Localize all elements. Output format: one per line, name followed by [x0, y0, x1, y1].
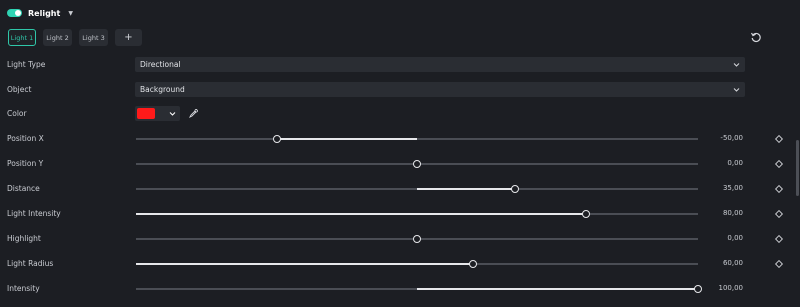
- add-light-button[interactable]: +: [115, 29, 142, 46]
- highlight-slider[interactable]: [136, 235, 698, 243]
- slider-thumb[interactable]: [694, 285, 702, 293]
- slider-fill: [136, 263, 474, 265]
- slider-thumb[interactable]: [511, 185, 520, 193]
- tab-light-2[interactable]: Light 2: [43, 29, 72, 46]
- position-x-value[interactable]: -50,00: [720, 134, 743, 142]
- color-row: Color: [0, 106, 800, 122]
- light-type-label: Light Type: [7, 60, 46, 69]
- keyframe-diamond-icon[interactable]: [775, 135, 783, 143]
- light-intensity-row: Light Intensity 80,00: [0, 206, 800, 222]
- section-title: Relight: [28, 8, 61, 18]
- chevron-down-icon: [733, 88, 740, 92]
- keyframe-diamond-icon[interactable]: [775, 260, 783, 268]
- intensity-row: Intensity 100,00: [0, 281, 800, 297]
- collapse-caret-icon[interactable]: ▼: [68, 10, 73, 17]
- slider-thumb[interactable]: [469, 260, 478, 268]
- highlight-value[interactable]: 0,00: [727, 234, 743, 242]
- relight-toggle[interactable]: [7, 9, 22, 17]
- keyframe-diamond-icon[interactable]: [775, 235, 783, 243]
- slider-thumb[interactable]: [272, 135, 281, 143]
- position-y-row: Position Y 0,00: [0, 156, 800, 172]
- light-radius-value[interactable]: 60,00: [723, 259, 743, 267]
- light-radius-row: Light Radius 60,00: [0, 256, 800, 272]
- object-value: Background: [140, 85, 185, 94]
- slider-fill: [417, 188, 516, 190]
- reset-icon[interactable]: [750, 31, 762, 43]
- intensity-value[interactable]: 100,00: [719, 284, 744, 292]
- slider-thumb[interactable]: [581, 210, 590, 218]
- scrollbar[interactable]: [796, 140, 799, 196]
- slider-fill: [136, 213, 586, 215]
- object-row: Object Background: [0, 82, 800, 98]
- light-radius-label: Light Radius: [7, 259, 54, 268]
- intensity-slider[interactable]: [136, 285, 702, 293]
- relight-header: Relight ▼: [7, 6, 73, 20]
- color-picker[interactable]: [135, 106, 180, 121]
- light-tabs: Light 1 Light 2 Light 3 +: [8, 29, 149, 46]
- position-y-slider[interactable]: [136, 160, 698, 168]
- eyedropper-icon[interactable]: [189, 109, 198, 118]
- light-type-value: Directional: [140, 60, 181, 69]
- light-type-row: Light Type Directional: [0, 57, 800, 73]
- highlight-row: Highlight 0,00: [0, 231, 800, 247]
- distance-row: Distance 35,00: [0, 181, 800, 197]
- chevron-down-icon: [169, 112, 176, 116]
- keyframe-diamond-icon[interactable]: [775, 185, 783, 193]
- toggle-knob: [15, 10, 21, 16]
- light-intensity-slider[interactable]: [136, 210, 698, 218]
- keyframe-diamond-icon[interactable]: [775, 160, 783, 168]
- position-x-slider[interactable]: [136, 135, 698, 143]
- light-intensity-value[interactable]: 80,00: [723, 209, 743, 217]
- object-label: Object: [7, 85, 32, 94]
- slider-fill: [276, 138, 417, 140]
- distance-value[interactable]: 35,00: [723, 184, 743, 192]
- position-y-label: Position Y: [7, 159, 44, 168]
- light-intensity-label: Light Intensity: [7, 209, 61, 218]
- slider-thumb[interactable]: [413, 160, 421, 168]
- object-select[interactable]: Background: [135, 82, 745, 97]
- color-label: Color: [7, 109, 27, 118]
- highlight-label: Highlight: [7, 234, 41, 243]
- chevron-down-icon: [733, 63, 740, 67]
- slider-thumb[interactable]: [413, 235, 421, 243]
- light-type-select[interactable]: Directional: [135, 57, 745, 72]
- intensity-label: Intensity: [7, 284, 40, 293]
- keyframe-diamond-icon[interactable]: [775, 210, 783, 218]
- tab-light-3[interactable]: Light 3: [79, 29, 108, 46]
- slider-fill: [417, 288, 698, 290]
- distance-label: Distance: [7, 184, 40, 193]
- distance-slider[interactable]: [136, 185, 698, 193]
- color-swatch: [137, 108, 155, 119]
- light-radius-slider[interactable]: [136, 260, 698, 268]
- position-x-row: Position X -50,00: [0, 131, 800, 147]
- tab-light-1[interactable]: Light 1: [8, 29, 36, 46]
- position-x-label: Position X: [7, 134, 44, 143]
- position-y-value[interactable]: 0,00: [727, 159, 743, 167]
